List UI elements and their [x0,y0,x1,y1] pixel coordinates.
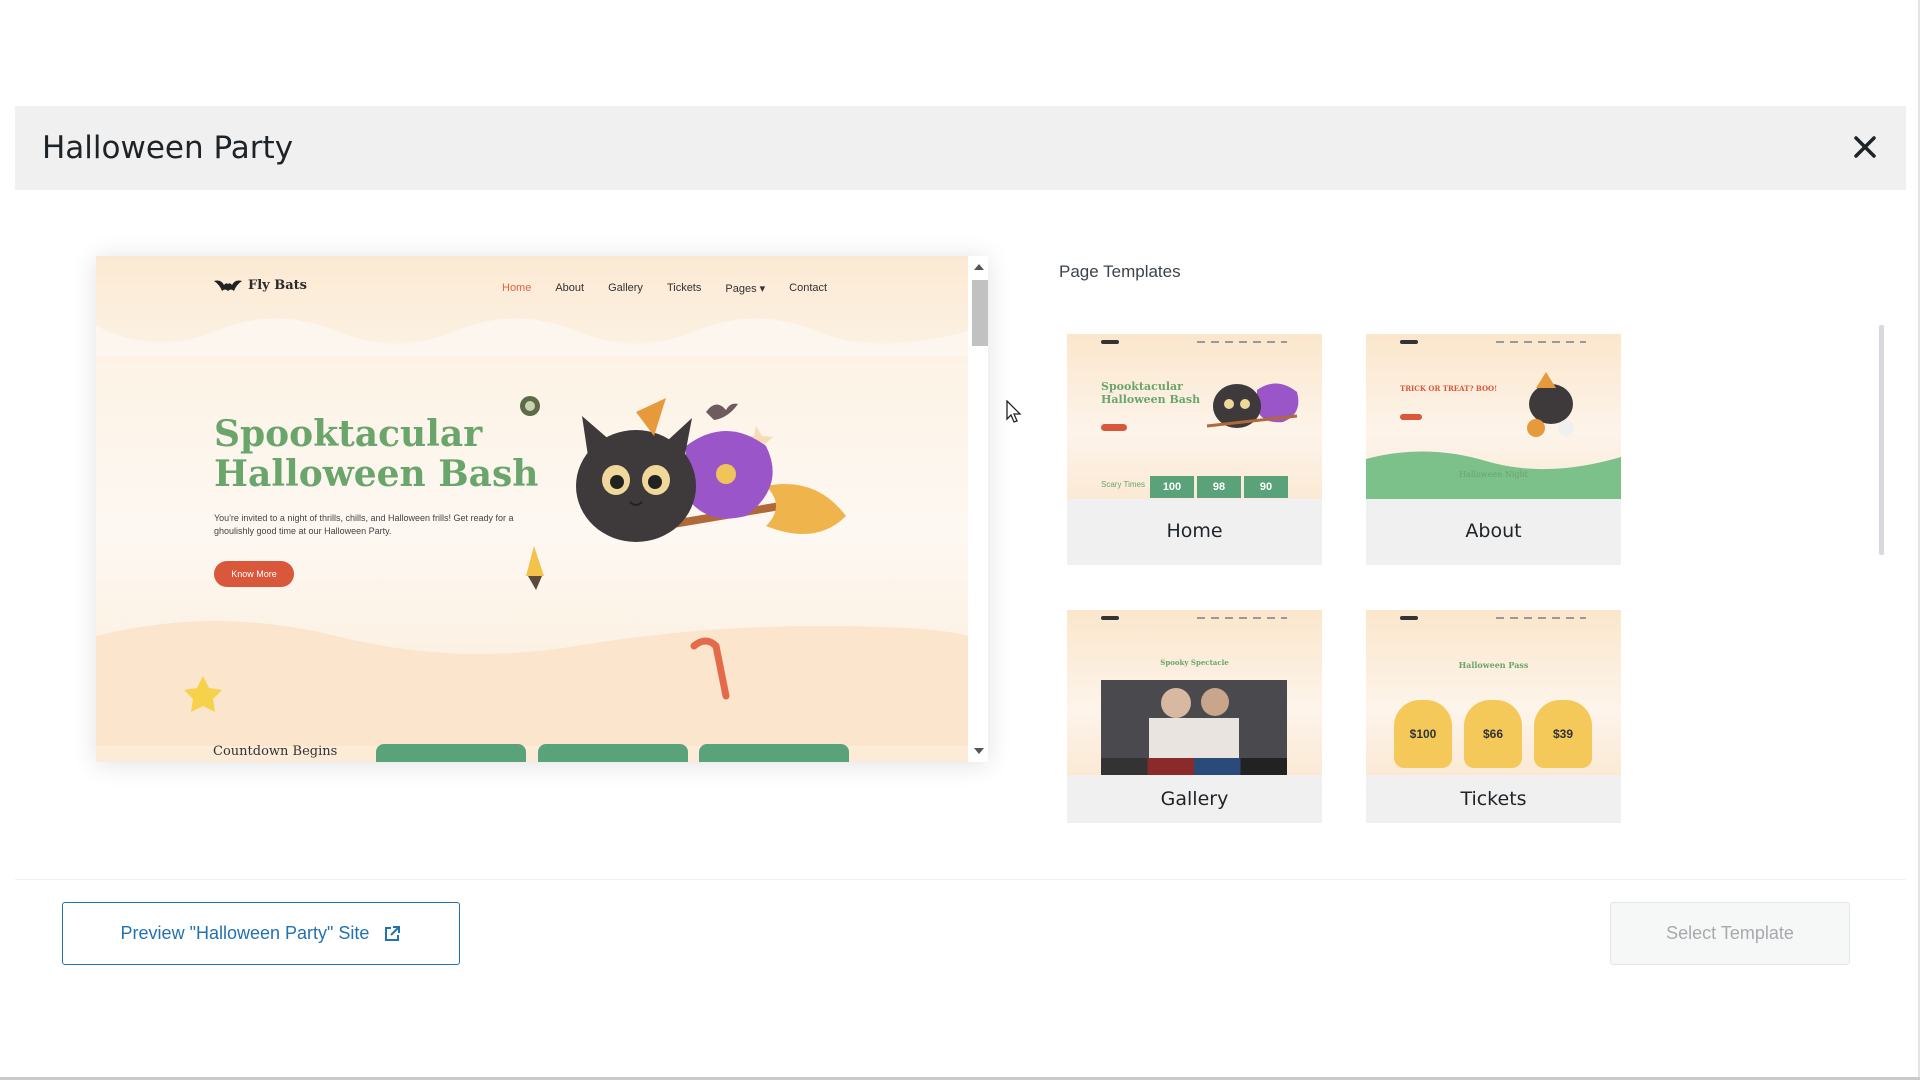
cat-witch-illustration [1206,383,1299,428]
template-thumbnail: Halloween Pass $100 $66 $39 [1366,610,1621,775]
site-nav: Fly Bats Home About Gallery Tickets Page… [96,256,968,320]
site-menu-item: Tickets [666,282,702,294]
preview-scrollbar[interactable] [968,256,988,762]
thumb-subtitle: Scary Times [1101,480,1146,489]
modal-header: Halloween Party [15,106,1906,190]
modal-title: Halloween Party [42,130,294,166]
preview-site-label: Preview "Halloween Party" Site [120,923,370,943]
site-logo: Fly Bats [214,278,307,293]
footer-divider [15,879,1906,880]
mouse-cursor-icon [1006,400,1022,423]
site-preview-frame[interactable]: Fly Bats Home About Gallery Tickets Page… [96,256,988,762]
external-link-icon [385,925,401,941]
scroll-thumb[interactable] [972,280,988,346]
template-thumbnail: TRICK OR TREAT? BOO! Halloween Night [1366,334,1621,499]
site-menu-item: Contact [789,282,828,294]
bat-icon [214,280,242,291]
site-preview: Fly Bats Home About Gallery Tickets Page… [96,256,968,762]
site-menu-item: Pages ▾ [725,283,766,295]
countdown-box [376,744,526,762]
site-hero-button: Know More [214,561,294,587]
site-hero-title: Spooktacular Halloween Bash [214,413,539,495]
site-hero-text: You're invited to a night of thrills, ch… [214,513,514,536]
countdown-box: 100 [1150,476,1194,498]
template-card-tickets[interactable]: Halloween Pass $100 $66 $39 Tickets [1366,610,1621,823]
ticket-price: $100 [1394,700,1452,768]
template-name: About [1465,520,1522,542]
template-thumbnail: Spooktacular Halloween Bash Scary Times … [1067,334,1322,499]
star-icon [184,676,222,712]
site-countdown-title: Countdown Begins [213,744,338,759]
template-thumbnail: Spooky Spectacle [1067,610,1322,775]
close-icon [1854,136,1876,158]
template-card-home[interactable]: Spooktacular Halloween Bash Scary Times … [1067,334,1322,565]
page-templates-label: Page Templates [1059,262,1181,281]
ticket-price: $39 [1534,700,1592,768]
countdown-box [699,744,849,762]
cat-witch-illustration [520,396,846,590]
thumb-subtitle: Halloween Night [1459,470,1528,479]
countdown-box: 98 [1197,476,1241,498]
thumb-title: Spooky Spectacle [1160,658,1229,667]
select-template-button[interactable]: Select Template [1610,902,1850,965]
site-logo-text: Fly Bats [248,278,307,293]
gallery-strip [1101,758,1287,775]
thumb-title: TRICK OR TREAT? BOO! [1400,384,1498,393]
cat-witch-illustration [1527,372,1574,437]
preview-site-button[interactable]: Preview "Halloween Party" Site [62,902,460,965]
template-card-gallery[interactable]: Spooky Spectacle Gallery [1067,610,1322,823]
site-menu: Home About Gallery Tickets Pages ▾ Conta… [502,282,827,295]
template-name: Gallery [1160,788,1229,810]
scroll-down-arrow-icon[interactable] [974,748,984,754]
countdown-box: 90 [1244,476,1288,498]
template-card-about[interactable]: TRICK OR TREAT? BOO! Halloween Night Abo… [1366,334,1621,565]
template-name: Home [1166,520,1223,542]
gallery-photo [1101,680,1287,758]
ticket-price: $66 [1464,700,1522,768]
decor-wave [96,621,968,746]
thumb-title: Halloween Pass [1458,660,1529,670]
site-menu-item: Gallery [608,282,643,294]
site-menu-item: Home [502,282,532,294]
candy-cane-icon [690,637,730,700]
close-button[interactable] [1848,130,1882,164]
templates-scrollbar[interactable] [1879,325,1884,555]
scroll-up-arrow-icon[interactable] [974,264,984,270]
countdown-box [538,744,688,762]
site-menu-item: About [555,282,585,294]
template-name: Tickets [1460,788,1527,810]
thumb-title: Spooktacular Halloween Bash [1101,380,1201,406]
decor-wave [96,318,968,356]
